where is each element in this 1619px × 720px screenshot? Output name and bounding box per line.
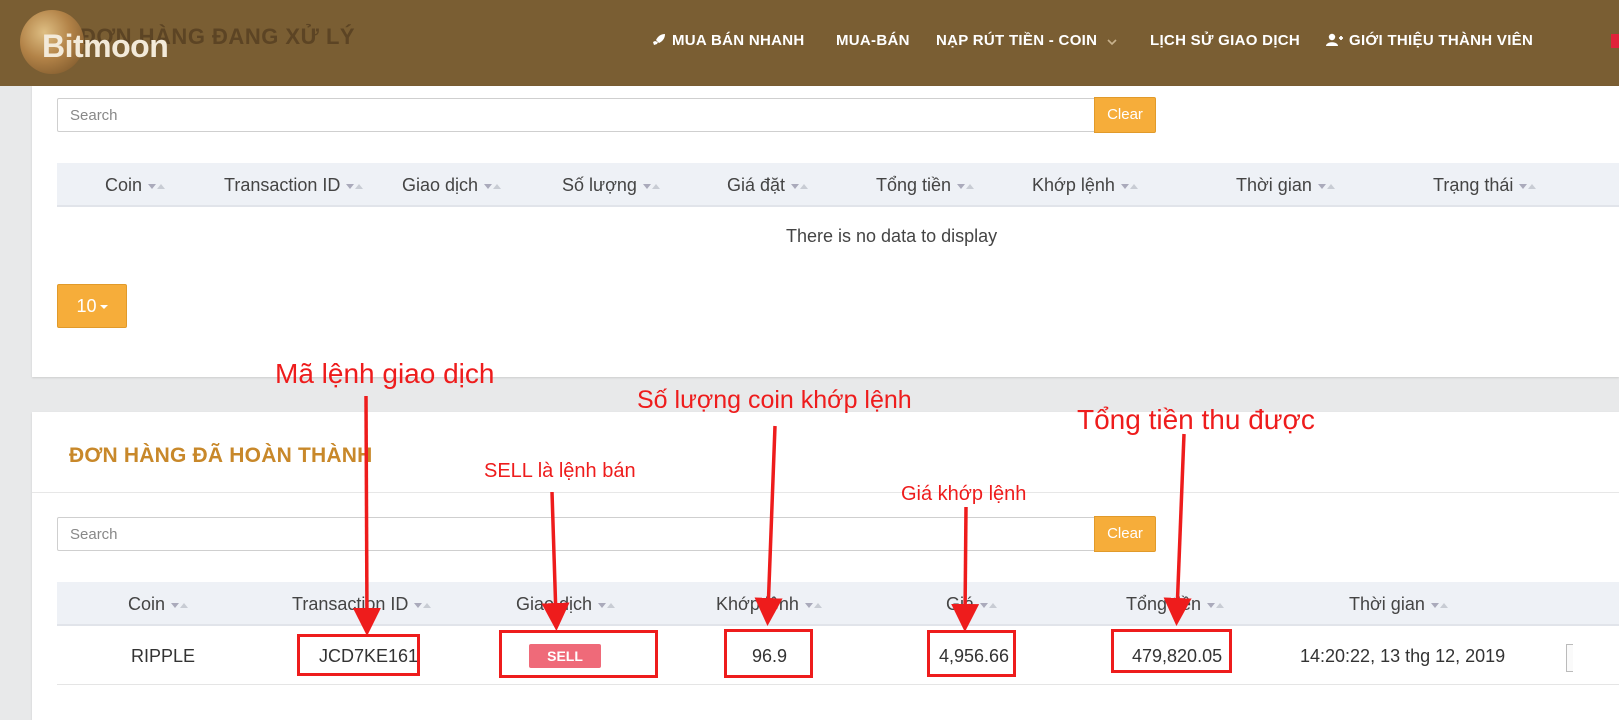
col-transaction-id[interactable]: Transaction ID (224, 173, 364, 196)
page-size-dropdown[interactable]: 10 (57, 284, 127, 328)
col-trade-type[interactable]: Giao dịch (402, 173, 502, 196)
sort-icon (346, 173, 364, 194)
col-total[interactable]: Tổng tiền (1126, 592, 1225, 615)
highlight-transaction-id (297, 634, 420, 676)
col-matched-label: Khớp lệnh (716, 594, 799, 614)
sort-icon (804, 592, 822, 613)
sort-icon (1430, 592, 1448, 613)
rocket-icon (653, 34, 665, 45)
sort-icon (1519, 173, 1537, 194)
col-total-label: Tổng tiền (1126, 594, 1202, 614)
col-status-label: Trạng thái (1433, 175, 1514, 195)
nav-referral-label: GIỚI THIỆU THÀNH VIÊN (1349, 32, 1534, 49)
sort-icon (1120, 173, 1138, 194)
col-transaction-id-label: Transaction ID (224, 175, 341, 195)
col-trade-type[interactable]: Giao dịch (516, 592, 616, 615)
sort-icon (171, 592, 189, 613)
cell-coin: RIPPLE (131, 646, 196, 666)
sort-icon (1207, 592, 1225, 613)
col-amount[interactable]: Số lượng (562, 173, 660, 196)
col-coin-label: Coin (105, 175, 143, 195)
nav-buy-sell-label: MUA-BÁN (836, 32, 910, 49)
nav-quick-trade-label: MUA BÁN NHANH (672, 32, 805, 49)
bitmoon-logo[interactable]: Bitmoon (18, 8, 169, 78)
col-trade-type-label: Giao dịch (402, 175, 479, 195)
nav-referral[interactable]: GIỚI THIỆU THÀNH VIÊN (1326, 32, 1533, 49)
nav-transaction-history-label: LỊCH SỬ GIAO DỊCH (1150, 32, 1301, 49)
sort-icon (642, 173, 660, 194)
completed-card-header: ĐƠN HÀNG ĐÃ HOÀN THÀNH (32, 412, 1619, 493)
sort-icon (148, 173, 166, 194)
sort-icon (980, 592, 998, 613)
annotation-matched-price: Giá khớp lệnh (901, 483, 1027, 505)
language-flag-icon[interactable] (1611, 34, 1619, 48)
sort-icon (414, 592, 432, 613)
col-total-label: Tổng tiền (876, 175, 952, 195)
col-matched-label: Khớp lệnh (1032, 175, 1115, 195)
sort-icon (791, 173, 809, 194)
chevron-down-icon (1107, 39, 1117, 46)
completed-clear-button[interactable]: Clear (1094, 516, 1156, 552)
pending-table-header: Coin Transaction ID Giao dịch Số lượng G… (57, 163, 1619, 207)
annotation-total-received: Tổng tiền thu được (1077, 404, 1315, 435)
highlight-sell (499, 630, 658, 678)
col-status[interactable]: Trạng thái (1433, 173, 1537, 196)
col-time-label: Thời gian (1236, 175, 1312, 195)
sort-icon (484, 173, 502, 194)
col-price-label: Giá (946, 594, 975, 614)
col-time-label: Thời gian (1349, 594, 1425, 614)
nav-deposit-withdraw-label: NẠP RÚT TIỀN - COIN (936, 32, 1098, 49)
col-time[interactable]: Thời gian (1349, 592, 1448, 615)
col-transaction-id-label: Transaction ID (292, 594, 409, 614)
empty-table-message: There is no data to display (786, 226, 998, 246)
nav-transaction-history[interactable]: LỊCH SỬ GIAO DỊCH (1150, 32, 1300, 49)
col-matched[interactable]: Khớp lệnh (716, 592, 822, 615)
col-amount-label: Số lượng (562, 175, 637, 195)
sort-icon (598, 592, 616, 613)
nav-deposit-withdraw[interactable]: NẠP RÚT TIỀN - COIN (936, 32, 1118, 49)
top-navbar: ĐƠN HÀNG ĐANG XỬ LÝ Bitmoon MUA BÁN NHAN… (0, 0, 1619, 86)
pending-search-input[interactable] (57, 98, 1096, 132)
nav-buy-sell[interactable]: MUA-BÁN (836, 32, 910, 49)
pending-clear-button[interactable]: Clear (1094, 97, 1156, 133)
annotation-order-code: Mã lệnh giao dịch (275, 358, 495, 389)
highlight-matched (724, 629, 813, 678)
user-plus-icon (1326, 33, 1343, 46)
highlight-price (927, 630, 1016, 677)
col-price[interactable]: Giá (946, 592, 998, 615)
annotation-matched-amount: Số lượng coin khớp lệnh (637, 386, 912, 414)
sort-icon (957, 173, 975, 194)
nav-quick-trade[interactable]: MUA BÁN NHANH (652, 32, 805, 49)
sort-icon (1317, 173, 1335, 194)
col-time[interactable]: Thời gian (1236, 173, 1335, 196)
completed-section-title: ĐƠN HÀNG ĐÃ HOÀN THÀNH (69, 444, 373, 467)
cell-time: 14:20:22, 13 thg 12, 2019 (1300, 646, 1506, 666)
row-action-button[interactable] (1566, 644, 1573, 672)
page-size-value: 10 (76, 296, 97, 316)
highlight-total (1111, 629, 1232, 673)
col-total[interactable]: Tổng tiền (876, 173, 975, 196)
completed-search-input[interactable] (57, 517, 1096, 551)
logo-text: Bitmoon (42, 28, 169, 64)
col-transaction-id[interactable]: Transaction ID (292, 592, 432, 615)
col-coin-label: Coin (128, 594, 166, 614)
completed-table-header: Coin Transaction ID Giao dịch Khớp lệnh … (57, 582, 1619, 626)
col-trade-type-label: Giao dịch (516, 594, 593, 614)
caret-down-icon (99, 305, 108, 309)
col-coin[interactable]: Coin (105, 173, 166, 196)
col-order-price[interactable]: Giá đặt (727, 173, 809, 196)
col-matched[interactable]: Khớp lệnh (1032, 173, 1138, 196)
annotation-sell-note: SELL là lệnh bán (484, 460, 636, 482)
col-coin[interactable]: Coin (128, 592, 189, 615)
col-order-price-label: Giá đặt (727, 175, 786, 195)
